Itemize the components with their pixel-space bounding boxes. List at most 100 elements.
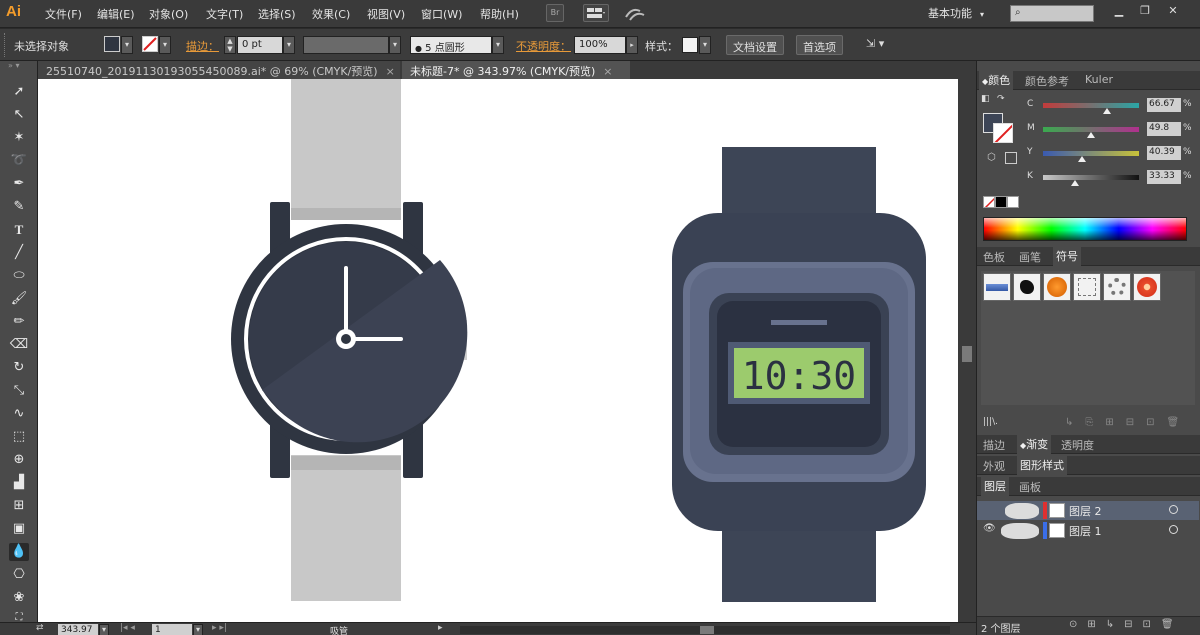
- style-chevron-icon[interactable]: ▾: [699, 36, 711, 54]
- preferences-button[interactable]: 首选项: [796, 35, 843, 55]
- slider-track[interactable]: [1043, 151, 1139, 156]
- symbol-red-flower[interactable]: [1133, 273, 1161, 301]
- gradient-tool-icon[interactable]: ▣: [9, 520, 29, 538]
- blend-tool-icon[interactable]: ⎔: [9, 566, 29, 584]
- slider-knob[interactable]: [1103, 108, 1112, 114]
- restore-icon[interactable]: ❐: [1134, 4, 1156, 20]
- fill-swatch[interactable]: [104, 36, 120, 52]
- slider-value-input[interactable]: 66.67: [1147, 98, 1181, 112]
- magic-wand-tool-icon[interactable]: ✶: [9, 129, 29, 147]
- direct-selection-tool-icon[interactable]: ↖: [9, 106, 29, 124]
- stroke-dropdown-chevron-icon[interactable]: ▾: [159, 36, 171, 54]
- stroke-weight-input[interactable]: 0 pt: [237, 36, 283, 54]
- pen-tool-icon[interactable]: ✒: [9, 175, 29, 193]
- free-transform-tool-icon[interactable]: ⬚: [9, 428, 29, 446]
- horizontal-scrollbar-thumb[interactable]: [700, 626, 714, 634]
- visibility-eye-icon[interactable]: [983, 503, 997, 517]
- color-spectrum-bar[interactable]: [983, 217, 1187, 241]
- symbol-orange-button[interactable]: [1043, 273, 1071, 301]
- stroke-stepper-icon[interactable]: ▲ ▼: [224, 36, 236, 54]
- tab-artboards[interactable]: 画板: [1019, 479, 1041, 495]
- scale-tool-icon[interactable]: ⤡: [9, 382, 29, 400]
- menu-type[interactable]: 文字(T): [206, 6, 243, 22]
- curvature-pen-icon[interactable]: ✎: [9, 198, 29, 216]
- stroke-weight-chevron-icon[interactable]: ▾: [283, 36, 295, 54]
- symbol-blue-banner[interactable]: [983, 273, 1011, 301]
- eyedropper-tool-icon[interactable]: 💧: [9, 543, 29, 561]
- menu-object[interactable]: 对象(O): [149, 6, 188, 22]
- white-color-swatch[interactable]: [1007, 196, 1019, 208]
- tab-symbols[interactable]: 符号: [1053, 247, 1081, 266]
- menu-window[interactable]: 窗口(W): [421, 6, 462, 22]
- tab-kuler[interactable]: Kuler: [1085, 73, 1113, 86]
- slider-value-input[interactable]: 49.8: [1147, 122, 1181, 136]
- tab-swatches[interactable]: 色板: [983, 249, 1005, 265]
- vertical-scrollbar-thumb[interactable]: [962, 346, 972, 362]
- slider-value-input[interactable]: 40.39: [1147, 146, 1181, 160]
- eraser-tool-icon[interactable]: ⌫: [9, 336, 29, 354]
- next-artboard-icon[interactable]: ▸ ▸|: [212, 623, 227, 633]
- symbol-sprayer-tool-icon[interactable]: ❀: [9, 589, 29, 607]
- ellipse-tool-icon[interactable]: ⬭: [9, 267, 29, 285]
- slider-knob[interactable]: [1077, 156, 1086, 162]
- type-tool-icon[interactable]: T: [9, 221, 29, 239]
- web-safe-swatch[interactable]: [1005, 152, 1017, 164]
- variable-width-profile[interactable]: [303, 36, 389, 54]
- tab-brushes[interactable]: 画笔: [1019, 249, 1041, 265]
- tab-layers[interactable]: 图层: [981, 477, 1009, 496]
- symbol-library-icon[interactable]: |||\.: [983, 417, 998, 427]
- tab-document-1[interactable]: 25510740_20191130193055450089.ai* @ 69% …: [38, 61, 400, 79]
- close-icon[interactable]: ×: [386, 65, 395, 78]
- layer-name[interactable]: 图层 2: [1069, 503, 1102, 519]
- none-color-swatch[interactable]: [983, 196, 995, 208]
- opacity-label[interactable]: 不透明度：: [516, 38, 571, 54]
- tab-color[interactable]: ◆颜色: [979, 71, 1014, 90]
- opacity-arrow-icon[interactable]: ▸: [626, 36, 638, 54]
- lasso-tool-icon[interactable]: ➰: [9, 152, 29, 170]
- slider-value-input[interactable]: 33.33: [1147, 170, 1181, 184]
- artboard-chevron-icon[interactable]: ▾: [193, 624, 203, 635]
- line-tool-icon[interactable]: ╱: [9, 244, 29, 262]
- default-colors-icon[interactable]: ◧: [981, 94, 990, 104]
- prev-artboard-icon[interactable]: |◂ ◂: [120, 623, 135, 633]
- swap-colors-icon[interactable]: ↷: [997, 94, 1005, 104]
- target-circle-icon[interactable]: [1169, 505, 1178, 514]
- layer-name[interactable]: 图层 1: [1069, 523, 1102, 539]
- tab-gradient[interactable]: ◆渐变: [1017, 435, 1052, 454]
- rotate-tool-icon[interactable]: ↻: [9, 359, 29, 377]
- close-icon[interactable]: ×: [603, 65, 612, 78]
- graphic-style-swatch[interactable]: [682, 37, 698, 53]
- mesh-tool-icon[interactable]: ⊞: [9, 497, 29, 515]
- status-menu-icon[interactable]: ▸: [438, 623, 443, 633]
- brush-definition[interactable]: ● 5 点圆形: [410, 36, 492, 54]
- menu-edit[interactable]: 编辑(E): [97, 6, 135, 22]
- slider-knob[interactable]: [1086, 132, 1095, 138]
- tab-stroke[interactable]: 描边: [983, 437, 1005, 453]
- artboard-number-input[interactable]: 1: [152, 624, 192, 635]
- target-circle-icon[interactable]: [1169, 525, 1178, 534]
- layer-row[interactable]: 图层 2: [977, 501, 1199, 520]
- workspace-switcher[interactable]: 基本功能 ▾: [928, 5, 984, 21]
- slider-track[interactable]: [1043, 175, 1139, 180]
- symbol-ink-splat[interactable]: [1013, 273, 1041, 301]
- layer-panel-buttons[interactable]: ⊙⊞↳⊟⊡🗑: [1069, 619, 1184, 630]
- slider-track[interactable]: [1043, 103, 1139, 108]
- vertical-scrollbar[interactable]: [958, 61, 976, 623]
- symbol-chain-ring[interactable]: [1103, 273, 1131, 301]
- help-search-field[interactable]: ⌕: [1010, 5, 1094, 22]
- minimize-icon[interactable]: ▁: [1108, 4, 1130, 20]
- visibility-eye-icon[interactable]: 👁: [983, 523, 996, 534]
- menu-file[interactable]: 文件(F): [45, 6, 82, 22]
- stroke-none-swatch[interactable]: [142, 36, 158, 52]
- warp-tool-icon[interactable]: ∿: [9, 405, 29, 423]
- shape-builder-tool-icon[interactable]: ⊕: [9, 451, 29, 469]
- bridge-button[interactable]: Br: [546, 4, 564, 22]
- arrange-icon[interactable]: ⇲ ▾: [866, 37, 896, 53]
- horizontal-scrollbar[interactable]: [460, 626, 950, 634]
- collapse-panel-icon[interactable]: » ▾: [8, 61, 19, 70]
- gpu-performance-icon[interactable]: [624, 5, 646, 23]
- menu-select[interactable]: 选择(S): [258, 6, 296, 22]
- graph-tool-icon[interactable]: ▟: [9, 474, 29, 492]
- layer-row[interactable]: 👁 图层 1: [977, 521, 1199, 540]
- opacity-input[interactable]: 100%: [574, 36, 626, 54]
